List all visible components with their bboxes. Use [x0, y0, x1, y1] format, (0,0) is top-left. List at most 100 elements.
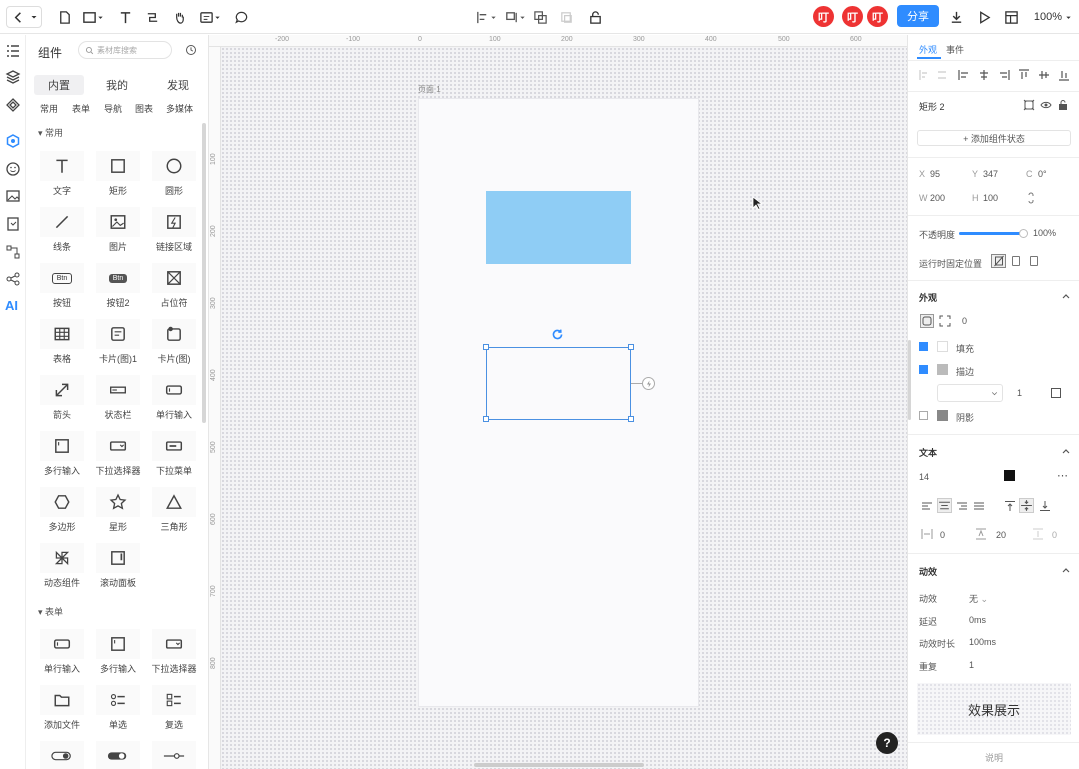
font-size-input[interactable]: 14 — [919, 472, 929, 482]
chevron-up-icon[interactable] — [1060, 290, 1072, 302]
valign-middle-icon[interactable] — [1019, 498, 1034, 513]
animation-select[interactable]: 无 ⌄ — [969, 592, 988, 605]
layers-icon[interactable] — [5, 69, 21, 85]
tab-mine[interactable]: 我的 — [92, 75, 142, 95]
fill-checkbox[interactable] — [919, 342, 928, 351]
section-common-header[interactable]: ▾ 常用 — [38, 126, 63, 139]
resize-handle[interactable] — [628, 344, 634, 350]
stroke-style-select[interactable] — [937, 384, 1003, 402]
fixed-none-icon[interactable] — [991, 254, 1006, 268]
chevron-up-icon[interactable] — [1060, 564, 1072, 576]
new-page-button[interactable] — [55, 6, 73, 28]
fixed-bottom-icon[interactable] — [1030, 256, 1038, 266]
component-triangle[interactable]: 三角形 — [151, 487, 197, 533]
component-button[interactable]: Btn 按钮 — [39, 263, 85, 309]
component-form-input[interactable]: 单行输入 — [39, 629, 85, 675]
more-icon[interactable]: ⋯ — [1057, 469, 1068, 482]
zoom-select[interactable]: 100% — [1031, 6, 1075, 28]
shadow-checkbox[interactable] — [919, 411, 928, 420]
preview-play-button[interactable] — [976, 6, 992, 28]
component-arrow[interactable]: 箭头 — [39, 375, 85, 421]
valign-top-icon[interactable] — [1004, 500, 1016, 512]
stroke-checkbox[interactable] — [919, 365, 928, 374]
resize-handle[interactable] — [483, 416, 489, 422]
layout-button[interactable] — [1003, 6, 1019, 28]
collaborator-avatar[interactable]: 叮 — [867, 6, 888, 27]
tab-events[interactable]: 事件 — [946, 43, 964, 56]
text-align-right-icon[interactable] — [956, 500, 968, 512]
emoji-icon[interactable] — [5, 161, 21, 177]
subtab-chart[interactable]: 图表 — [135, 102, 153, 115]
share-nodes-icon[interactable] — [5, 271, 21, 287]
text-color-swatch[interactable] — [1004, 470, 1015, 481]
eye-icon[interactable] — [1040, 99, 1052, 111]
component-rectangle[interactable]: 矩形 — [95, 151, 141, 197]
component-polygon[interactable]: 多边形 — [39, 487, 85, 533]
subtab-common[interactable]: 常用 — [40, 102, 58, 115]
rotate-icon[interactable] — [551, 328, 564, 341]
component-form-dropdown[interactable]: 下拉选择器 — [151, 629, 197, 675]
text-tool-button[interactable] — [116, 6, 134, 28]
stroke-width-input[interactable]: 1 — [1017, 388, 1022, 398]
share-button[interactable]: 分享 — [897, 5, 939, 27]
back-menu-button[interactable] — [6, 6, 42, 28]
paragraph-spacing-input[interactable]: 0 — [1052, 530, 1057, 540]
history-icon[interactable] — [185, 44, 197, 56]
design-canvas[interactable]: -200 -100 0 100 200 300 400 500 600 100 … — [209, 35, 907, 769]
fill-color-swatch[interactable] — [937, 341, 948, 352]
independent-corners-icon[interactable] — [939, 315, 951, 327]
tab-appearance[interactable]: 外观 — [919, 43, 937, 56]
align-top-edge-icon[interactable] — [1018, 69, 1030, 81]
x-input[interactable]: 95 — [930, 169, 940, 179]
h-input[interactable]: 100 — [983, 193, 998, 203]
duplicate-button[interactable] — [558, 6, 574, 28]
canvas-scrollbar[interactable] — [474, 763, 644, 767]
component-dropdown-menu[interactable]: 下拉菜单 — [151, 431, 197, 477]
collaborator-avatar[interactable]: 叮 — [842, 6, 863, 27]
distribute-button[interactable] — [502, 6, 528, 28]
align-right-edge-icon[interactable] — [998, 69, 1010, 81]
repeat-input[interactable]: 1 — [969, 660, 974, 670]
outline-icon[interactable] — [5, 43, 21, 59]
opacity-slider-knob[interactable] — [1019, 229, 1028, 238]
template-icon[interactable] — [5, 216, 21, 232]
component-statusbar[interactable]: 状态栏 — [95, 375, 141, 421]
stroke-color-swatch[interactable] — [937, 364, 948, 375]
line-height-icon[interactable] — [975, 528, 987, 540]
component-dynamic[interactable]: 动态组件 — [39, 543, 85, 589]
shadow-color-swatch[interactable] — [937, 410, 948, 421]
image-icon[interactable] — [5, 188, 21, 204]
subtab-nav[interactable]: 导航 — [104, 102, 122, 115]
component-checkbox[interactable]: 复选 — [151, 685, 197, 731]
component-radio[interactable]: 单选 — [95, 685, 141, 731]
chevron-up-icon[interactable] — [1060, 445, 1072, 457]
component-library-icon[interactable] — [5, 97, 21, 113]
tab-discover[interactable]: 发现 — [153, 75, 203, 95]
add-state-button[interactable]: + 添加组件状态 — [917, 130, 1071, 146]
component-card2[interactable]: 卡片(图) — [151, 319, 197, 365]
component-search-input[interactable]: 素材库搜索 — [78, 41, 172, 59]
component-single-input[interactable]: 单行输入 — [151, 375, 197, 421]
download-button[interactable] — [948, 6, 964, 28]
component-placeholder[interactable]: 占位符 — [151, 263, 197, 309]
connector-tool-button[interactable] — [143, 6, 161, 28]
component-slider[interactable] — [151, 741, 197, 769]
fixed-top-icon[interactable] — [1012, 256, 1020, 266]
corner-radius-input[interactable]: 0 — [962, 316, 967, 326]
components-icon[interactable] — [5, 133, 21, 149]
text-align-left-icon[interactable] — [921, 500, 933, 512]
rectangle-tool-button[interactable] — [80, 6, 106, 28]
opacity-slider[interactable] — [959, 229, 1028, 238]
component-scroll-panel[interactable]: 滚动面板 — [95, 543, 141, 589]
w-input[interactable]: 200 — [930, 193, 945, 203]
paragraph-spacing-icon[interactable] — [1032, 528, 1044, 540]
corner-radius-icon[interactable] — [920, 314, 934, 328]
text-align-center-icon[interactable] — [937, 498, 952, 513]
animation-preview[interactable]: 效果展示 — [917, 683, 1071, 735]
distribute-v-icon[interactable] — [936, 69, 948, 81]
line-height-input[interactable]: 20 — [996, 530, 1006, 540]
rectangle-1[interactable] — [486, 191, 631, 264]
subtab-form[interactable]: 表单 — [72, 102, 90, 115]
letter-spacing-input[interactable]: 0 — [940, 530, 945, 540]
subtab-media[interactable]: 多媒体 — [166, 102, 193, 115]
